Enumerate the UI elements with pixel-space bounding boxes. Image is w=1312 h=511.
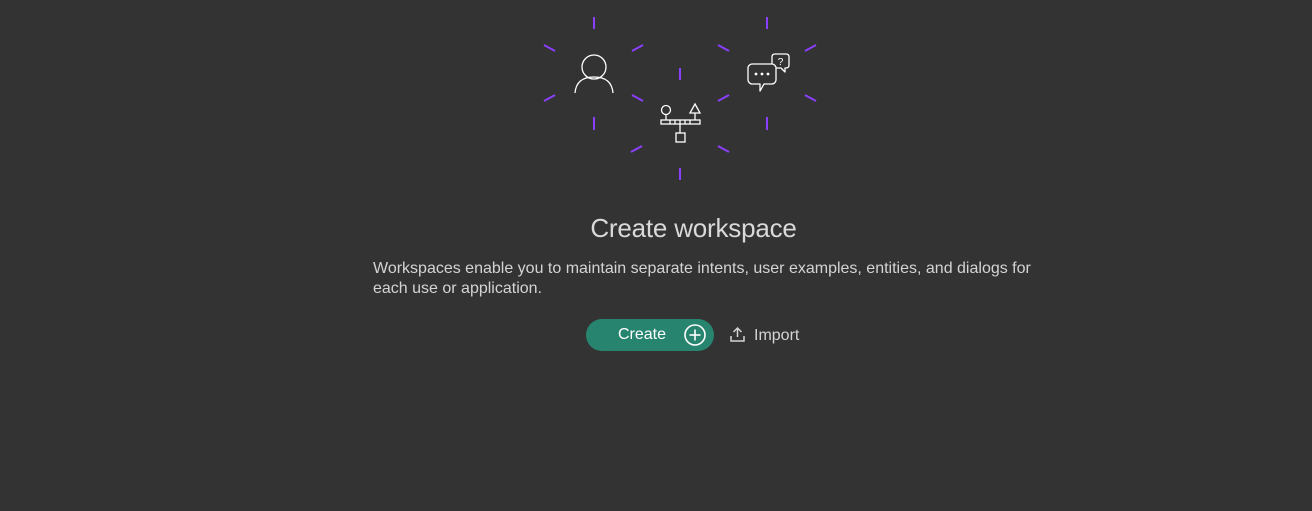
- page-title: Create workspace: [590, 213, 797, 243]
- logic-flow-icon: [660, 102, 702, 143]
- question-mark: ?: [778, 57, 784, 68]
- illustration: ?: [543, 17, 817, 180]
- user-icon-rays: [543, 17, 644, 130]
- user-icon: [574, 54, 614, 94]
- create-button-label: Create: [618, 326, 667, 343]
- create-button[interactable]: Create: [586, 319, 714, 351]
- add-circle-icon: [684, 324, 706, 346]
- upload-icon: [730, 326, 745, 342]
- import-label: Import: [754, 327, 800, 344]
- page-description: Workspaces enable you to maintain separa…: [373, 260, 1031, 297]
